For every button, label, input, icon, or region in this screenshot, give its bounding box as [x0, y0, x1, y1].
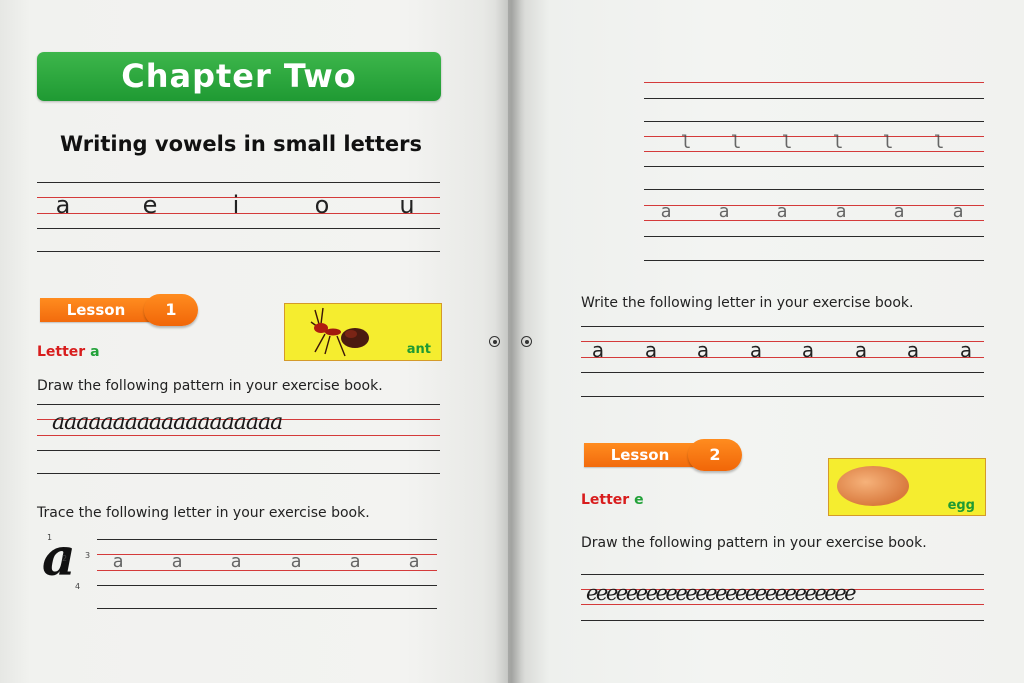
- dotted-letter: a: [718, 201, 730, 222]
- pattern-instruction: Draw the following pattern in your exerc…: [581, 535, 927, 551]
- dotted-letter: a: [408, 551, 420, 572]
- vowel-letter: a: [55, 191, 71, 219]
- dotted-letter: a: [171, 551, 183, 572]
- written-letter: a: [749, 338, 763, 362]
- ruled-line: [581, 326, 984, 327]
- ruled-line: [644, 166, 984, 167]
- ruled-line-red: [644, 205, 984, 206]
- lesson-label: Lesson: [584, 443, 696, 467]
- pattern-instruction: Draw the following pattern in your exerc…: [37, 378, 383, 394]
- ruled-line: [97, 608, 437, 609]
- chapter-title: Chapter Two: [37, 52, 441, 101]
- page-subtitle: Writing vowels in small letters: [60, 132, 422, 156]
- dotted-letter: a: [290, 551, 302, 572]
- ruled-line: [97, 539, 437, 540]
- pattern-a: aaaaaaaaaaaaaaaaaaa: [52, 410, 283, 435]
- ruled-line: [37, 450, 440, 451]
- ruled-line-red: [644, 220, 984, 221]
- letter-label: Letter: [581, 492, 630, 508]
- letter-value: e: [634, 492, 644, 508]
- written-letter: a: [801, 338, 815, 362]
- written-letter: a: [644, 338, 658, 362]
- ruled-line: [644, 189, 984, 190]
- letter-label: Letter: [37, 344, 86, 360]
- letter-heading: Letter a: [37, 344, 100, 360]
- dotted-letter: a: [776, 201, 788, 222]
- vowel-letter: o: [314, 191, 330, 219]
- letter-heading: Letter e: [581, 492, 644, 508]
- ruled-line: [581, 620, 984, 621]
- dotted-stroke: l: [933, 132, 945, 153]
- dotted-stroke: l: [781, 132, 793, 153]
- ruled-line: [37, 182, 440, 183]
- vowel-letter: u: [399, 191, 415, 219]
- ant-picture: ant: [284, 303, 442, 361]
- lesson-number: 1: [144, 294, 198, 326]
- ruled-line: [37, 228, 440, 229]
- ruled-line: [581, 574, 984, 575]
- stroke-number: 4: [75, 582, 81, 591]
- lesson-number: 2: [688, 439, 742, 471]
- ant-image: [310, 307, 369, 357]
- ruled-line: [644, 121, 984, 122]
- picture-label: egg: [947, 498, 975, 513]
- ruled-line: [581, 372, 984, 373]
- dotted-letter: a: [230, 551, 242, 572]
- written-letter: a: [854, 338, 868, 362]
- dotted-stroke: l: [832, 132, 844, 153]
- dotted-letter: a: [660, 201, 672, 222]
- dotted-letter: a: [952, 201, 964, 222]
- ruled-line-red: [97, 570, 437, 571]
- ruled-line-red: [37, 435, 440, 436]
- written-letter: a: [959, 338, 973, 362]
- letter-value: a: [90, 344, 100, 360]
- stroke-number: 3: [85, 551, 91, 560]
- dotted-stroke: l: [882, 132, 894, 153]
- egg-image: [837, 466, 909, 506]
- written-letter: a: [696, 338, 710, 362]
- vowel-letter: e: [142, 191, 158, 219]
- dotted-stroke: l: [680, 132, 692, 153]
- ruled-line: [37, 251, 440, 252]
- written-letter: a: [906, 338, 920, 362]
- registration-mark-icon: [521, 336, 532, 347]
- dotted-letter: a: [112, 551, 124, 572]
- picture-label: ant: [406, 342, 431, 357]
- written-letter: a: [591, 338, 605, 362]
- ruled-line-red: [97, 554, 437, 555]
- vowel-letter: i: [232, 191, 240, 219]
- ruled-line: [97, 585, 437, 586]
- ruled-line: [644, 236, 984, 237]
- lesson-label: Lesson: [40, 298, 152, 322]
- stroke-number: 1: [47, 533, 53, 542]
- ruled-line: [581, 396, 984, 397]
- ruled-line-red: [644, 82, 984, 83]
- egg-picture: egg: [828, 458, 986, 516]
- ruled-line: [644, 98, 984, 99]
- write-instruction: Write the following letter in your exerc…: [581, 295, 914, 311]
- pattern-e: eeeeeeeeeeeeeeeeeeeeeeeeeee: [586, 581, 857, 605]
- ruled-line: [37, 473, 440, 474]
- registration-mark-icon: [489, 336, 500, 347]
- dotted-stroke: l: [730, 132, 742, 153]
- ruled-line: [644, 260, 984, 261]
- stroke-number: 2: [62, 554, 68, 563]
- dotted-letter: a: [349, 551, 361, 572]
- trace-instruction: Trace the following letter in your exerc…: [37, 505, 370, 521]
- dotted-letter: a: [835, 201, 847, 222]
- dotted-letter: a: [893, 201, 905, 222]
- ruled-line: [37, 404, 440, 405]
